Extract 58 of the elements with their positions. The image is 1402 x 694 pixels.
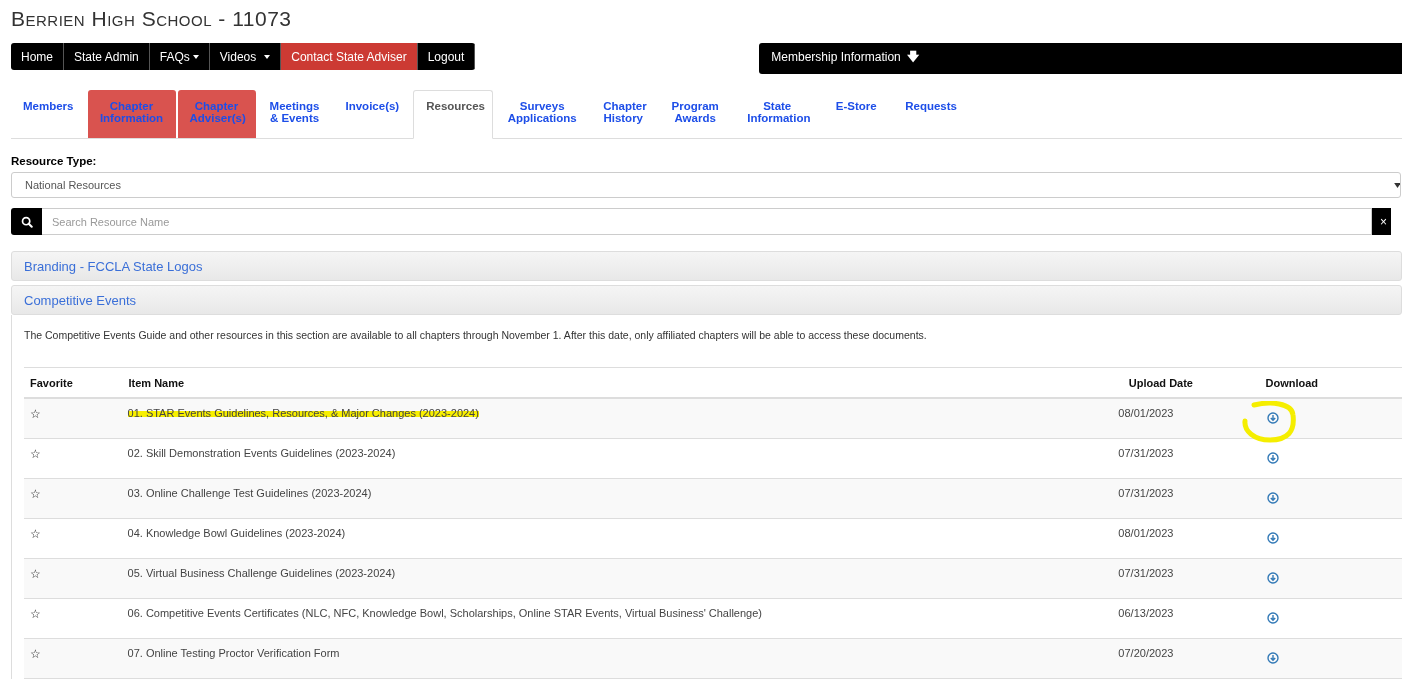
tab[interactable]: Requests — [893, 90, 969, 138]
tab[interactable]: Invoice(s) — [333, 90, 412, 138]
caret-icon — [1394, 182, 1400, 188]
favorite-star-icon[interactable]: ☆ — [30, 447, 41, 461]
nav-link[interactable]: Home — [11, 43, 64, 70]
item-name: 06. Competitive Events Certificates (NLC, NFC, Knowledge Bowl, Scholarships, Online STAR Events, Virtual Business' Challenge) — [127, 607, 762, 619]
resource-type-select[interactable]: National Resources — [11, 172, 1401, 198]
download-icon[interactable] — [1266, 612, 1279, 624]
upload-date: 08/01/2023 — [1118, 527, 1174, 539]
upload-date: 07/31/2023 — [1118, 487, 1174, 499]
item-name: 04. Knowledge Bowl Guidelines (2023-2024) — [127, 527, 346, 539]
upload-date: 08/01/2023 — [1118, 407, 1174, 419]
favorite-star-icon[interactable]: ☆ — [30, 487, 41, 501]
nav-link[interactable]: State Admin — [64, 43, 150, 70]
item-name: 02. Skill Demonstration Events Guidelines (2023-2024) — [127, 447, 396, 459]
download-icon[interactable] — [1266, 492, 1279, 504]
item-name: 05. Virtual Business Challenge Guidelines (2023-2024) — [127, 567, 396, 579]
tab[interactable]: Chapter History — [591, 90, 656, 138]
membership-button[interactable]: Membership Information 🡇 — [759, 43, 1402, 74]
download-icon[interactable] — [1266, 412, 1279, 424]
accordion-header[interactable]: Competitive Events — [11, 285, 1402, 315]
favorite-star-icon[interactable]: ☆ — [30, 647, 41, 661]
favorite-star-icon[interactable]: ☆ — [30, 407, 41, 421]
tab[interactable]: State Information — [735, 90, 820, 138]
nav-link[interactable]: Contact State Adviser — [281, 43, 418, 70]
nav-link[interactable]: FAQs — [149, 43, 210, 70]
search-button[interactable] — [11, 208, 42, 235]
tab[interactable]: Program Awards — [657, 90, 734, 138]
tab[interactable]: Members — [11, 90, 86, 138]
column-header: Item Name — [128, 376, 186, 389]
tab[interactable]: E-Store — [821, 90, 892, 138]
clear-button[interactable]: × — [1372, 208, 1391, 235]
tab[interactable]: Surveys Applications — [495, 90, 590, 138]
upload-date: 07/31/2023 — [1118, 447, 1174, 459]
download-icon[interactable] — [1266, 452, 1279, 464]
favorite-star-icon[interactable]: ☆ — [30, 567, 41, 581]
favorite-star-icon[interactable]: ☆ — [30, 607, 41, 621]
column-header: Upload Date — [1128, 376, 1194, 389]
upload-date: 07/20/2023 — [1118, 647, 1174, 659]
field-label: Resource Type: — [11, 155, 98, 167]
column-header: Download — [1264, 376, 1320, 389]
download-icon[interactable] — [1266, 652, 1279, 664]
download-icon[interactable] — [1266, 572, 1279, 584]
search-icon — [20, 215, 33, 228]
item-name: 03. Online Challenge Test Guidelines (2023-2024) — [127, 487, 372, 499]
upload-date: 06/13/2023 — [1118, 607, 1174, 619]
download-icon[interactable] — [1266, 532, 1279, 544]
favorite-star-icon[interactable]: ☆ — [30, 527, 41, 541]
tab[interactable]: Resources — [413, 90, 494, 139]
tab[interactable]: Meetings & Events — [257, 90, 332, 138]
search-field[interactable]: Search Resource Name — [42, 208, 1372, 235]
item-name: 07. Online Testing Proctor Verification Form — [127, 647, 340, 659]
notice-text: The Competitive Events Guide and other resources in this section are available to all chapters through November 1. After this date, only affiliated chapters will be able to access these documents. — [24, 328, 928, 343]
page-title: Berrien High School - 11073 — [11, 6, 293, 32]
column-header: Favorite — [29, 376, 74, 389]
nav-link[interactable]: Logout — [417, 43, 476, 70]
accordion-header[interactable]: Branding - FCCLA State Logos — [11, 251, 1402, 281]
upload-date: 07/31/2023 — [1118, 567, 1174, 579]
